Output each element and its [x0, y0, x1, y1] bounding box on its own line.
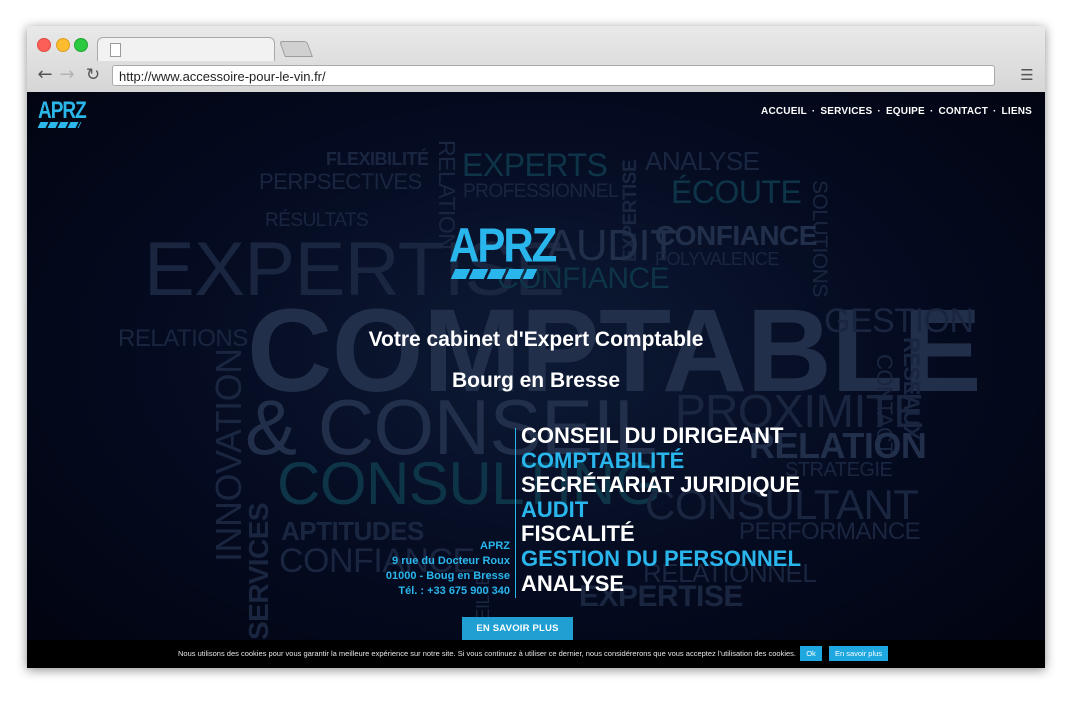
nav-item-services[interactable]: SERVICES	[820, 106, 872, 117]
cloud-word: RÉSULTATS	[265, 210, 369, 231]
cloud-word: ÉCOUTE	[671, 174, 802, 210]
main-nav: ACCUEIL · SERVICES · EQUIPE · CONTACT · LIENS	[761, 106, 1032, 117]
page-icon	[110, 43, 121, 57]
tagline-title: Votre cabinet d'Expert Comptable	[368, 328, 704, 351]
nav-separator: ·	[877, 106, 881, 117]
cookie-text: Nous utilisons des cookies pour vous gar…	[178, 649, 797, 658]
cloud-word: CONFIANCE	[655, 220, 817, 251]
browser-chrome: ← → ↻ http://www.accessoire-pour-le-vin.…	[27, 26, 1045, 93]
service-item: ANALYSE	[521, 570, 625, 596]
tagline-city: Bourg en Bresse	[451, 369, 621, 392]
service-item: FISCALITÉ	[521, 521, 635, 547]
zoom-window-button[interactable]	[74, 38, 88, 52]
nav-item-accueil[interactable]: ACCUEIL	[761, 106, 807, 117]
address-city: 01000 - Boug en Bresse	[385, 570, 510, 582]
address-bar[interactable]: http://www.accessoire-pour-le-vin.fr/	[112, 65, 995, 86]
cloud-word: SERVICES	[243, 502, 274, 640]
address-street: 9 rue du Docteur Roux	[392, 555, 510, 567]
minimize-window-button[interactable]	[56, 38, 70, 52]
browser-window: ← → ↻ http://www.accessoire-pour-le-vin.…	[27, 26, 1045, 668]
cloud-word: FLEXIBILITÉ	[326, 149, 429, 169]
address-name: APRZ	[480, 540, 510, 552]
cloud-word: SOLUTIONS	[808, 180, 831, 297]
cloud-word: POLYVALENCE	[655, 249, 779, 269]
hero-logo-stripes	[450, 269, 538, 279]
address-block: APRZ 9 rue du Docteur Roux 01000 - Boug …	[386, 539, 510, 599]
forward-arrow-icon[interactable]: →	[57, 65, 77, 85]
hero-logo-text: APRZ	[449, 218, 557, 273]
cloud-word: PERPSECTIVES	[259, 169, 422, 194]
close-window-button[interactable]	[37, 38, 51, 52]
cloud-word: EXPERTS	[462, 147, 608, 183]
cloud-word: STRATEGIE	[785, 459, 893, 481]
reload-icon[interactable]: ↻	[83, 65, 103, 85]
nav-separator: ·	[811, 106, 816, 117]
cookie-more-button[interactable]: En savoir plus	[829, 646, 888, 661]
site-logo[interactable]: APRZ	[37, 98, 87, 130]
service-item: COMPTABILITÉ	[521, 447, 685, 473]
cookie-ok-button[interactable]: Ok	[800, 646, 822, 661]
learn-more-button[interactable]: EN SAVOIR PLUS	[462, 617, 573, 641]
nav-separator: ·	[929, 106, 934, 117]
new-tab-button[interactable]	[279, 41, 313, 57]
nav-separator: ·	[993, 106, 997, 117]
nav-item-equipe[interactable]: EQUIPE	[886, 106, 925, 117]
cloud-word: ANALYSE	[645, 146, 760, 176]
service-item: CONSEIL DU DIRIGEANT	[521, 423, 784, 448]
nav-item-contact[interactable]: CONTACT	[938, 106, 988, 117]
web-page: FLEXIBILITÉ PERPSECTIVES RÉSULTATS EXPER…	[27, 92, 1045, 668]
menu-icon[interactable]: ☰	[1019, 67, 1035, 83]
vertical-divider	[515, 428, 516, 598]
cloud-word: EXPERTISE	[620, 159, 641, 262]
nav-item-liens[interactable]: LIENS	[1002, 106, 1032, 117]
hero-logo: APRZ	[449, 218, 557, 284]
service-item: GESTION DU PERSONNEL	[521, 545, 801, 571]
back-arrow-icon[interactable]: ←	[35, 65, 55, 85]
address-phone[interactable]: Tél. : +33 675 900 340	[386, 584, 510, 599]
cookie-banner: Nous utilisons des cookies pour vous gar…	[27, 640, 1045, 668]
logo-stripes	[37, 122, 82, 128]
cloud-word: PROFESSIONNEL	[463, 181, 619, 202]
service-item: SECRÉTARIAT JURIDIQUE	[521, 472, 801, 498]
services-list: CONSEIL DU DIRIGEANT COMPTABILITÉ SECRÉT…	[521, 423, 801, 596]
cloud-word: AUDIT	[547, 221, 677, 270]
browser-tab[interactable]	[97, 37, 275, 61]
service-item: AUDIT	[521, 496, 589, 522]
